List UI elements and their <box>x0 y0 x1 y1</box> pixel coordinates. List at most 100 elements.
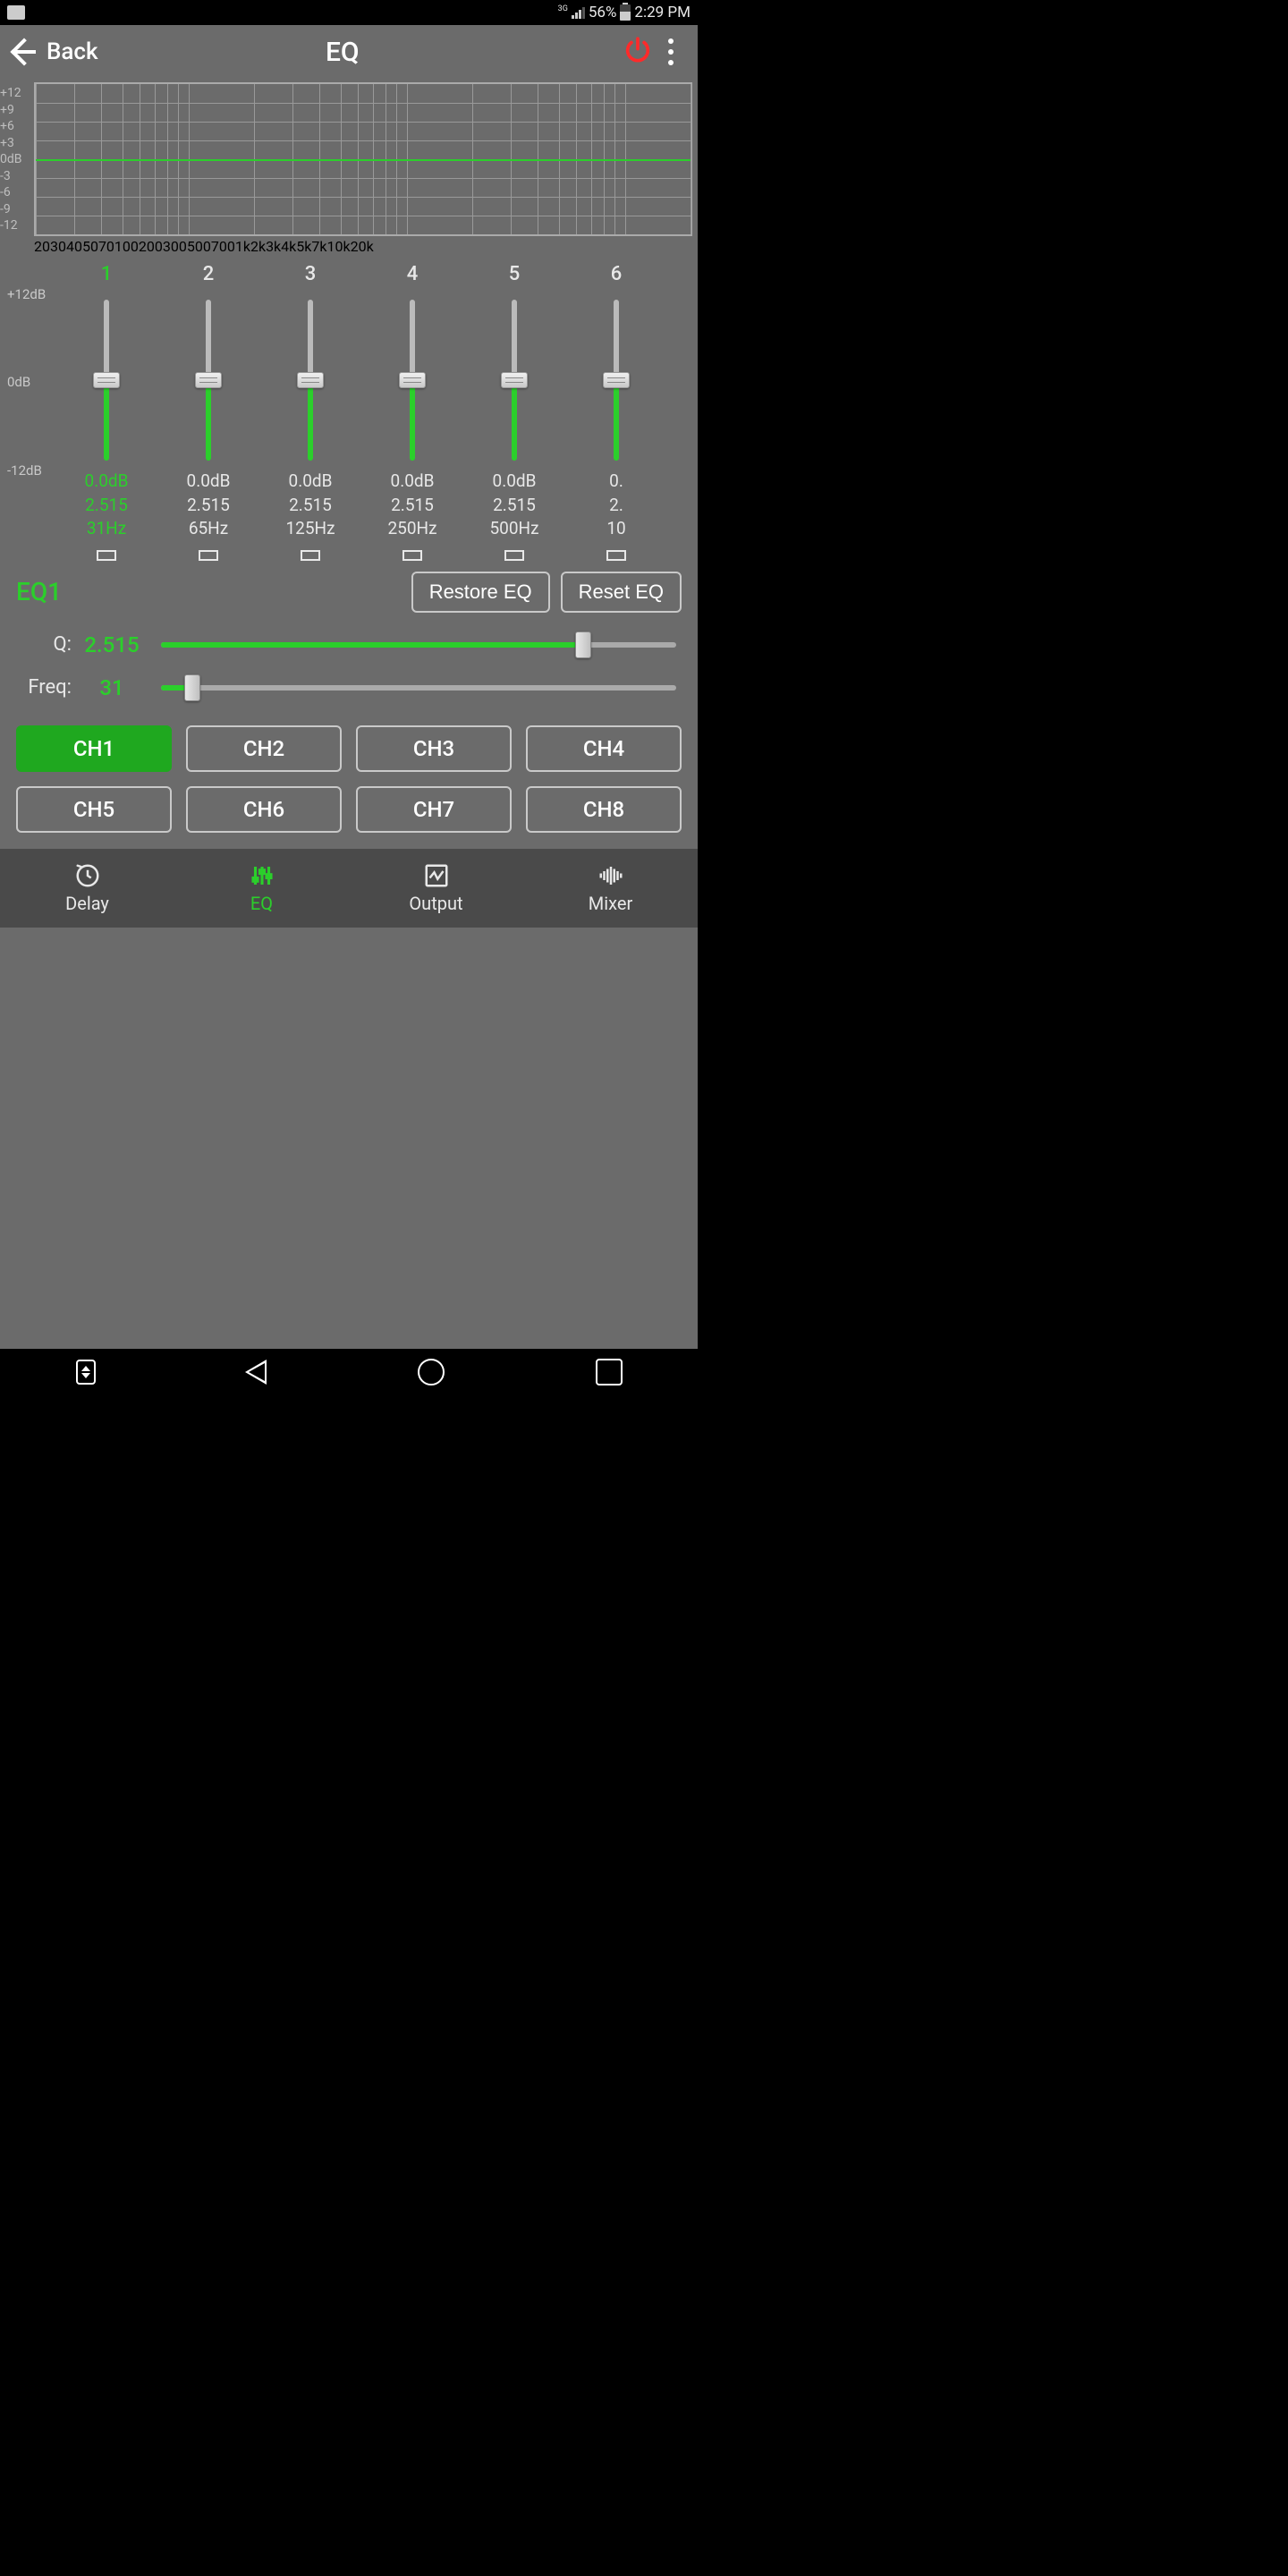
freq-slider-row: Freq: 31 <box>0 666 698 709</box>
eq-band-3[interactable]: 3 0.0dB2.515125Hz <box>259 263 361 561</box>
fader-thumb[interactable] <box>501 372 528 388</box>
fader-thumb[interactable] <box>93 372 120 388</box>
band-values: 0.2.10 <box>606 470 625 541</box>
gallery-icon <box>7 5 25 20</box>
eq-graph: +12+9+6+30dB-3-6-9-12 <box>0 79 698 236</box>
band-values: 0.0dB2.515250Hz <box>387 470 436 541</box>
x-tick: 40 <box>66 238 82 255</box>
fader-max-label: +12dB <box>7 286 52 302</box>
x-tick: 20k <box>351 238 374 255</box>
fader-thumb[interactable] <box>297 372 324 388</box>
eq-band-6[interactable]: 6 0.2.10 <box>565 263 667 561</box>
battery-icon <box>620 4 631 21</box>
band-type-toggle[interactable] <box>402 550 422 561</box>
nav-home-icon[interactable] <box>418 1359 445 1385</box>
q-slider[interactable] <box>161 642 676 648</box>
fader-thumb[interactable] <box>603 372 630 388</box>
bottom-tabs: Delay EQ Output Mixer <box>0 849 698 928</box>
tab-label: Delay <box>65 893 109 914</box>
nav-back-icon[interactable] <box>247 1360 267 1384</box>
channel-button-ch8[interactable]: CH8 <box>526 786 682 833</box>
eq-band-5[interactable]: 5 0.0dB2.515500Hz <box>463 263 565 561</box>
band-fader[interactable] <box>512 300 517 461</box>
channel-button-ch3[interactable]: CH3 <box>356 725 512 772</box>
band-values: 0.0dB2.515125Hz <box>285 470 335 541</box>
eq-band-2[interactable]: 2 0.0dB2.51565Hz <box>157 263 259 561</box>
fader-thumb[interactable] <box>195 372 222 388</box>
nav-overview-icon[interactable] <box>596 1359 623 1385</box>
tab-delay[interactable]: Delay <box>0 849 174 928</box>
band-values: 0.0dB2.51531Hz <box>85 470 129 541</box>
x-tick: 70 <box>98 238 114 255</box>
band-number: 5 <box>509 263 521 285</box>
y-tick: +3 <box>0 136 32 150</box>
x-tick: 3k <box>266 238 281 255</box>
tab-eq[interactable]: EQ <box>174 849 349 928</box>
fader-thumb[interactable] <box>399 372 426 388</box>
freq-value: 31 <box>80 675 143 700</box>
channel-button-ch4[interactable]: CH4 <box>526 725 682 772</box>
network-type: 3G <box>558 4 568 13</box>
band-fader[interactable] <box>104 300 109 461</box>
page-title: EQ <box>63 37 623 68</box>
nav-recent-apps-icon[interactable] <box>76 1360 96 1385</box>
freq-slider-thumb[interactable] <box>184 674 200 701</box>
x-tick: 200 <box>139 238 163 255</box>
band-number: 4 <box>407 263 419 285</box>
band-number: 1 <box>101 263 113 285</box>
q-label: Q: <box>21 633 72 656</box>
fader-min-label: -12dB <box>7 462 52 479</box>
band-type-toggle[interactable] <box>199 550 218 561</box>
clock-icon <box>74 862 101 889</box>
restore-eq-button[interactable]: Restore EQ <box>411 572 550 613</box>
eq-band-4[interactable]: 4 0.0dB2.515250Hz <box>361 263 463 561</box>
band-values: 0.0dB2.515500Hz <box>489 470 538 541</box>
freq-slider[interactable] <box>161 685 676 691</box>
eq-band-1[interactable]: 1 0.0dB2.51531Hz <box>55 263 157 561</box>
arrow-left-icon <box>9 39 34 64</box>
tab-output[interactable]: Output <box>349 849 523 928</box>
band-type-toggle[interactable] <box>301 550 320 561</box>
y-tick: +6 <box>0 119 32 133</box>
band-fader[interactable] <box>308 300 313 461</box>
band-fader[interactable] <box>410 300 415 461</box>
channel-grid: CH1 CH2 CH3 CH4 CH5 CH6 CH7 CH8 <box>0 709 698 849</box>
tab-label: Output <box>409 893 462 914</box>
channel-button-ch2[interactable]: CH2 <box>186 725 342 772</box>
y-tick: -9 <box>0 202 32 216</box>
y-tick: -6 <box>0 185 32 199</box>
band-fader[interactable] <box>614 300 619 461</box>
status-bar: 3G 56% 2:29 PM <box>0 0 698 25</box>
band-type-toggle[interactable] <box>606 550 626 561</box>
reset-eq-button[interactable]: Reset EQ <box>561 572 682 613</box>
x-tick: 20 <box>34 238 50 255</box>
freq-label: Freq: <box>21 676 72 699</box>
channel-button-ch1[interactable]: CH1 <box>16 725 172 772</box>
power-icon <box>623 35 653 65</box>
band-type-toggle[interactable] <box>504 550 524 561</box>
overflow-menu-button[interactable] <box>653 31 689 72</box>
x-tick: 1k <box>235 238 250 255</box>
eq-preset-name[interactable]: EQ1 <box>16 577 401 606</box>
channel-button-ch6[interactable]: CH6 <box>186 786 342 833</box>
band-fader[interactable] <box>206 300 211 461</box>
fader-mid-label: 0dB <box>7 374 52 390</box>
topbar: Back EQ <box>0 25 698 79</box>
x-tick: 7k <box>311 238 326 255</box>
q-value: 2.515 <box>80 632 143 657</box>
channel-button-ch5[interactable]: CH5 <box>16 786 172 833</box>
eq-curve-plot[interactable] <box>34 82 692 236</box>
channel-button-ch7[interactable]: CH7 <box>356 786 512 833</box>
x-tick: 5k <box>296 238 311 255</box>
eq-curve-line <box>36 159 691 161</box>
y-tick: +12 <box>0 86 32 100</box>
tab-mixer[interactable]: Mixer <box>523 849 698 928</box>
battery-percent: 56% <box>589 4 617 21</box>
graph-x-axis: 20304050701002003005007001k2k3k4k5k7k10k… <box>34 238 692 256</box>
x-tick: 4k <box>281 238 296 255</box>
power-button[interactable] <box>623 35 653 69</box>
x-tick: 300 <box>163 238 187 255</box>
y-tick: -12 <box>0 218 32 233</box>
band-type-toggle[interactable] <box>97 550 116 561</box>
q-slider-thumb[interactable] <box>575 631 591 658</box>
